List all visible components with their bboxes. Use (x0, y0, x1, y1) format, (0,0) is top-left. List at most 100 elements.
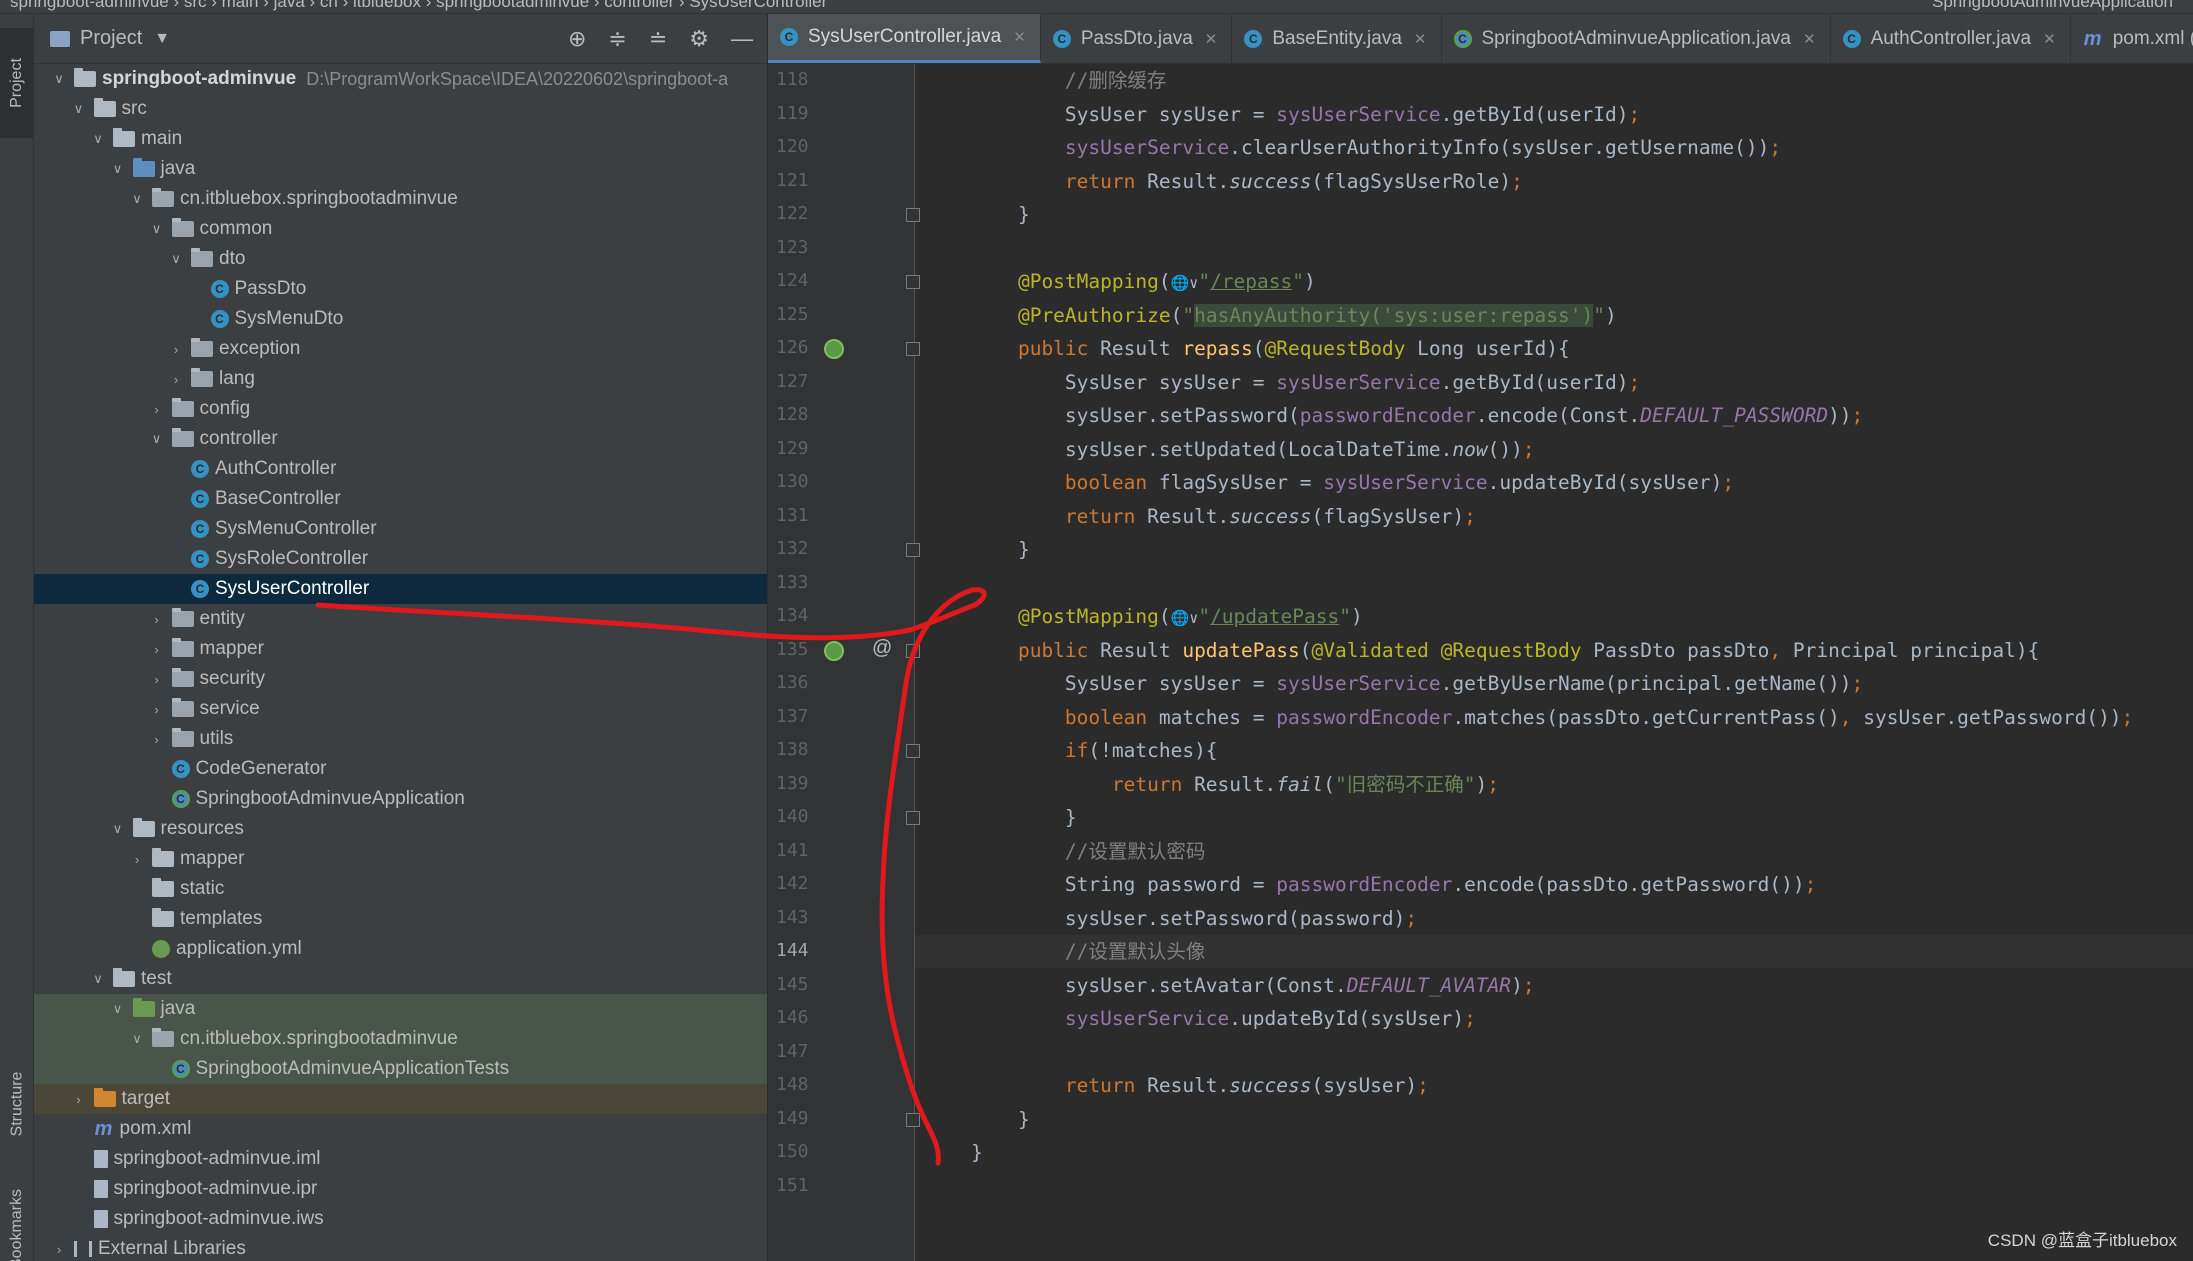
code-line[interactable]: @PostMapping(🌐∨"/repass") (915, 265, 2193, 298)
tree-item[interactable]: C SysMenuController (34, 514, 767, 544)
editor-tab[interactable]: C AuthController.java ✕ (1831, 14, 2071, 63)
tree-item[interactable]: › security (34, 664, 767, 694)
code-line[interactable]: return Result.success(flagSysUserRole); (915, 165, 2193, 198)
code-line[interactable]: sysUserService.clearUserAuthorityInfo(sy… (915, 131, 2193, 164)
breadcrumb[interactable]: springboot-adminvue › src › main › java … (10, 0, 827, 12)
code-line[interactable]: boolean matches = passwordEncoder.matche… (915, 701, 2193, 734)
code-line[interactable]: @PostMapping(🌐∨"/updatePass") (915, 600, 2193, 633)
tree-item[interactable]: springboot-adminvue.iws (34, 1204, 767, 1234)
gutter-line[interactable]: 126 (768, 332, 920, 365)
chevron-down-icon[interactable]: ∨ (148, 431, 166, 447)
tree-item[interactable]: springboot-adminvue.ipr (34, 1174, 767, 1204)
tree-item[interactable]: springboot-adminvue.iml (34, 1144, 767, 1174)
run-configuration-selector[interactable]: SpringbootAdminvueApplication (1932, 0, 2173, 12)
chevron-right-icon[interactable]: › (148, 642, 166, 657)
locate-file-icon[interactable]: ⊕ (568, 26, 586, 52)
code-line[interactable]: } (915, 533, 2193, 566)
code-line[interactable]: sysUserService.updateById(sysUser); (915, 1002, 2193, 1035)
code-line[interactable]: } (915, 1103, 2193, 1136)
tree-item[interactable]: m pom.xml (34, 1114, 767, 1144)
tree-item[interactable]: ∨ cn.itbluebox.springbootadminvue (34, 184, 767, 214)
gutter-line[interactable]: 141 (768, 835, 915, 868)
chevron-down-icon[interactable]: ∨ (109, 821, 127, 837)
gutter-line[interactable]: 136 (768, 667, 915, 700)
tree-item[interactable]: › target (34, 1084, 767, 1114)
tree-item[interactable]: C SpringbootAdminvueApplication (34, 784, 767, 814)
tree-item[interactable]: C CodeGenerator (34, 754, 767, 784)
tree-item[interactable]: C SysUserController (34, 574, 767, 604)
tree-item[interactable]: ∨ java (34, 154, 767, 184)
gutter-line[interactable]: 137 (768, 701, 915, 734)
gutter-line[interactable]: 118 (768, 64, 915, 97)
close-icon[interactable]: ✕ (1414, 30, 1427, 48)
gutter-line[interactable]: 120 (768, 131, 915, 164)
gutter-line[interactable]: 140 (768, 801, 920, 834)
tree-item[interactable]: › service (34, 694, 767, 724)
chevron-right-icon[interactable]: › (148, 672, 166, 687)
gutter-line[interactable]: 123 (768, 232, 915, 265)
code-line[interactable]: SysUser sysUser = sysUserService.getById… (915, 98, 2193, 131)
tree-item[interactable]: ∨ src (34, 94, 767, 124)
tree-item[interactable]: ∨ springboot-adminvue D:\ProgramWorkSpace\… (34, 64, 767, 94)
gutter-line[interactable]: 149 (768, 1103, 920, 1136)
hide-panel-icon[interactable]: — (731, 26, 753, 52)
project-panel-title[interactable]: Project (80, 27, 142, 50)
chevron-down-icon[interactable]: ∨ (109, 1001, 127, 1017)
code-line[interactable]: if(!matches){ (915, 734, 2193, 767)
tree-item[interactable]: C SysRoleController (34, 544, 767, 574)
code-line[interactable]: } (915, 1136, 2193, 1169)
gutter-line[interactable]: 144 (768, 935, 915, 968)
chevron-down-icon[interactable]: ∨ (148, 221, 166, 237)
project-tool-tab[interactable]: Project (0, 28, 34, 138)
tree-item[interactable]: templates (34, 904, 767, 934)
gutter-line[interactable]: 135 @ (768, 634, 920, 667)
gutter-line[interactable]: 148 (768, 1069, 915, 1102)
endpoint-run-icon[interactable] (824, 640, 844, 661)
code-line[interactable]: sysUser.setPassword(passwordEncoder.enco… (915, 399, 2193, 432)
code-line[interactable]: public Result updatePass(@Validated @Req… (915, 634, 2193, 667)
tree-item[interactable]: ∨ resources (34, 814, 767, 844)
tree-item[interactable]: ∨ test (34, 964, 767, 994)
chevron-down-icon[interactable]: ▼ (154, 30, 170, 48)
tree-item[interactable]: › mapper (34, 844, 767, 874)
code-line[interactable]: sysUser.setPassword(password); (915, 902, 2193, 935)
endpoint-run-icon[interactable] (824, 339, 844, 359)
collapse-all-icon[interactable]: ≐ (649, 26, 667, 52)
tree-item[interactable]: ∨ controller (34, 424, 767, 454)
tree-item[interactable]: ∨ java (34, 994, 767, 1024)
close-icon[interactable]: ✕ (1205, 30, 1218, 48)
gutter-line[interactable]: 143 (768, 902, 915, 935)
code-line[interactable]: //设置默认密码 (915, 835, 2193, 868)
chevron-right-icon[interactable]: › (128, 852, 146, 867)
code-line[interactable]: return Result.success(sysUser); (915, 1069, 2193, 1102)
code-line[interactable]: sysUser.setUpdated(LocalDateTime.now()); (915, 433, 2193, 466)
tree-item[interactable]: › lang (34, 364, 767, 394)
gutter-line[interactable]: 150 (768, 1136, 915, 1169)
close-icon[interactable]: ✕ (2043, 30, 2056, 48)
annotation-marker-icon[interactable]: @ (872, 637, 892, 660)
gutter-line[interactable]: 133 (768, 567, 915, 600)
code-line[interactable]: String password = passwordEncoder.encode… (915, 868, 2193, 901)
chevron-right-icon[interactable]: › (148, 702, 166, 717)
code-line[interactable]: sysUser.setAvatar(Const.DEFAULT_AVATAR); (915, 969, 2193, 1002)
tree-item[interactable]: › config (34, 394, 767, 424)
editor-tab[interactable]: C BaseEntity.java ✕ (1232, 14, 1442, 63)
tree-item[interactable]: › utils (34, 724, 767, 754)
gutter-line[interactable]: 121 (768, 165, 915, 198)
editor-tab[interactable]: C SysUserController.java ✕ (768, 14, 1041, 63)
chevron-down-icon[interactable]: ∨ (128, 191, 146, 207)
tree-item[interactable]: C AuthController (34, 454, 767, 484)
close-icon[interactable]: ✕ (1013, 28, 1026, 46)
expand-all-icon[interactable]: ≑ (608, 26, 626, 52)
gutter-line[interactable]: 147 (768, 1036, 915, 1069)
code-line[interactable]: SysUser sysUser = sysUserService.getByUs… (915, 667, 2193, 700)
tree-item[interactable]: › entity (34, 604, 767, 634)
gutter-line[interactable]: 145 (768, 969, 915, 1002)
code-line[interactable]: //删除缓存 (915, 64, 2193, 97)
gutter-line[interactable]: 131 (768, 500, 915, 533)
code-line[interactable] (915, 567, 2193, 600)
gutter-line[interactable]: 138 (768, 734, 920, 767)
chevron-down-icon[interactable]: ∨ (128, 1031, 146, 1047)
gutter-line[interactable]: 146 (768, 1002, 915, 1035)
gutter-line[interactable]: 127 (768, 366, 915, 399)
